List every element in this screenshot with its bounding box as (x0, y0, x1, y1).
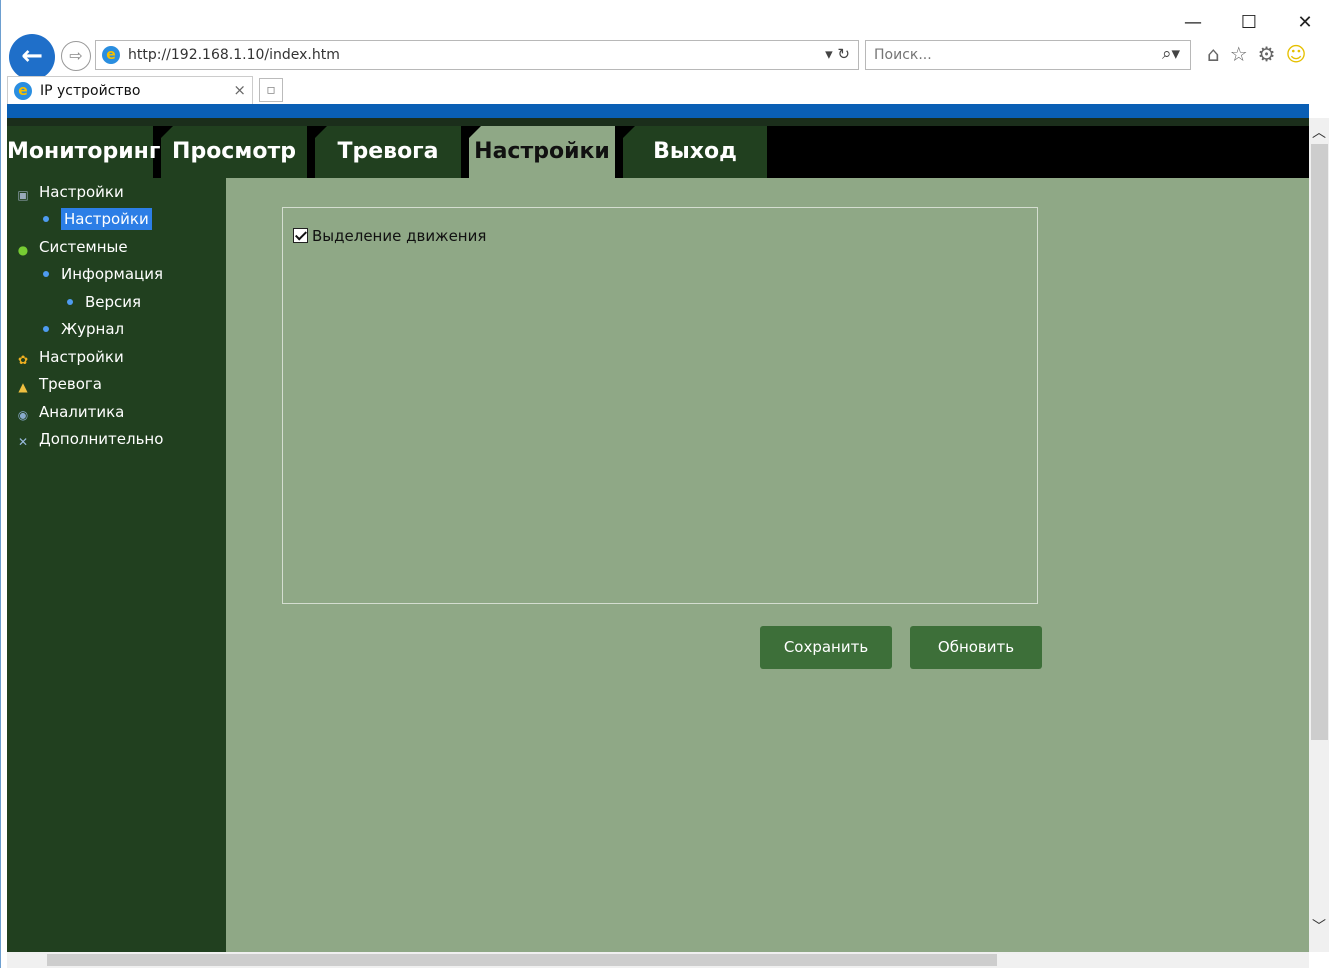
tab-label: Настройки (474, 139, 610, 164)
sidebar-item-label: Настройки (61, 208, 152, 230)
sidebar-item-settings-root[interactable]: ▣ Настройки (15, 181, 124, 203)
smiley-icon[interactable]: ☺ (1286, 42, 1307, 66)
tab-label: Тревога (337, 139, 439, 164)
chevron-down-icon[interactable]: ﹀ (1312, 916, 1326, 936)
top-navigation: Мониторинг Просмотр Тревога Настройки Вы… (7, 126, 1309, 178)
browser-accent-strip (7, 104, 1309, 118)
ie-logo-icon: e (14, 82, 32, 100)
browser-window: — ☐ ✕ ← ⇨ e http://192.168.1.10/index.ht… (0, 0, 1329, 968)
minimize-button[interactable]: — (1183, 12, 1203, 33)
tab-exit[interactable]: Выход (621, 126, 767, 178)
sidebar-item-analytics[interactable]: ◉ Аналитика (15, 401, 125, 423)
tab-monitoring[interactable]: Мониторинг (7, 126, 160, 178)
sidebar-item-label: Настройки (39, 348, 124, 366)
sidebar-item-settings[interactable]: Настройки (43, 208, 152, 230)
home-icon[interactable]: ⌂ (1207, 42, 1220, 66)
address-bar[interactable]: e http://192.168.1.10/index.htm ▾ ↻ (95, 40, 859, 70)
scrollbar-thumb[interactable] (1311, 144, 1328, 740)
sidebar-item-system[interactable]: ● Системные (15, 236, 128, 258)
arrow-left-icon: ← (21, 41, 43, 71)
analytics-icon: ◉ (17, 408, 29, 422)
page-content: Мониторинг Просмотр Тревога Настройки Вы… (7, 126, 1309, 952)
arrow-right-icon: ⇨ (69, 46, 83, 65)
page-top-strip (7, 118, 1309, 126)
sidebar-item-settings-gear[interactable]: ✿ Настройки (15, 346, 124, 368)
tab-notch (313, 126, 327, 140)
browser-nav-row: ← ⇨ e http://192.168.1.10/index.htm ▾ ↻ … (7, 34, 1327, 80)
horizontal-scrollbar[interactable] (7, 952, 1309, 968)
bullet-icon (43, 271, 49, 277)
search-icon[interactable]: ⌕▾ (1162, 44, 1180, 64)
gear-icon: ✿ (17, 353, 29, 367)
tab-label: Мониторинг (7, 139, 161, 164)
gear-icon[interactable]: ⚙ (1258, 42, 1276, 66)
close-icon[interactable]: × (233, 81, 246, 99)
refresh-button[interactable]: Обновить (910, 626, 1042, 669)
tab-settings[interactable]: Настройки (467, 126, 615, 178)
bullet-icon (43, 216, 49, 222)
sidebar-item-alarm[interactable]: ▲ Тревога (15, 373, 102, 395)
camera-icon: ▣ (17, 188, 29, 202)
tab-label: Выход (653, 139, 737, 164)
save-button[interactable]: Сохранить (760, 626, 892, 669)
new-tab-button[interactable]: ▫ (259, 78, 283, 102)
settings-panel: Выделение движения (282, 207, 1038, 604)
sidebar-item-label: Информация (61, 265, 164, 283)
checkbox-checked-icon[interactable] (293, 228, 308, 243)
browser-toolbar: ⌂ ☆ ⚙ ☺ (1207, 42, 1306, 66)
sidebar-item-label: Тревога (39, 375, 103, 393)
sidebar-item-advanced[interactable]: ✕ Дополнительно (15, 428, 163, 450)
sidebar: ▣ Настройки Настройки ● Системные Информац… (7, 178, 226, 952)
sidebar-item-label: Аналитика (39, 403, 125, 421)
motion-highlight-checkbox[interactable]: Выделение движения (293, 226, 486, 246)
chevron-up-icon[interactable]: ︿ (1312, 122, 1326, 142)
address-tools: ▾ ↻ (825, 45, 850, 63)
search-box[interactable]: ⌕▾ (865, 40, 1191, 70)
tab-notch (621, 126, 635, 140)
sidebar-item-information[interactable]: Информация (43, 263, 163, 285)
sidebar-item-label: Дополнительно (39, 430, 164, 448)
tab-view[interactable]: Просмотр (159, 126, 307, 178)
back-button[interactable]: ← (9, 34, 55, 80)
info-icon: ● (17, 243, 29, 257)
star-icon[interactable]: ☆ (1230, 42, 1248, 66)
sidebar-item-label: Версия (85, 293, 142, 311)
vertical-scrollbar[interactable]: ︿ ﹀ (1309, 118, 1329, 952)
close-window-button[interactable]: ✕ (1295, 12, 1315, 33)
sidebar-item-label: Журнал (61, 320, 125, 338)
sidebar-item-version[interactable]: Версия (67, 291, 141, 313)
sidebar-item-label: Системные (39, 238, 128, 256)
browser-tab-title: IP устройство (40, 83, 141, 99)
search-input[interactable] (874, 45, 1134, 65)
tools-icon: ✕ (17, 435, 29, 449)
motion-highlight-label: Выделение движения (312, 227, 487, 245)
tab-notch (467, 126, 481, 140)
dropdown-icon[interactable]: ▾ (825, 45, 833, 63)
bullet-icon (67, 299, 73, 305)
tab-label: Просмотр (172, 139, 296, 164)
browser-tab[interactable]: e IP устройство × (7, 76, 253, 104)
tab-notch (159, 126, 173, 140)
ie-logo-icon: e (102, 46, 120, 64)
new-tab-icon: ▫ (266, 82, 276, 98)
maximize-button[interactable]: ☐ (1239, 12, 1259, 33)
forward-button[interactable]: ⇨ (61, 41, 91, 71)
browser-tab-row: e IP устройство × ▫ (7, 76, 1327, 104)
bullet-icon (43, 326, 49, 332)
bell-icon: ▲ (18, 380, 28, 394)
refresh-icon[interactable]: ↻ (837, 45, 850, 63)
sidebar-item-log[interactable]: Журнал (43, 318, 124, 340)
scrollbar-thumb[interactable] (47, 954, 997, 966)
address-url[interactable]: http://192.168.1.10/index.htm (128, 47, 340, 63)
tab-alarm[interactable]: Тревога (313, 126, 461, 178)
window-controls: — ☐ ✕ (1183, 12, 1315, 33)
sidebar-item-label: Настройки (39, 183, 124, 201)
